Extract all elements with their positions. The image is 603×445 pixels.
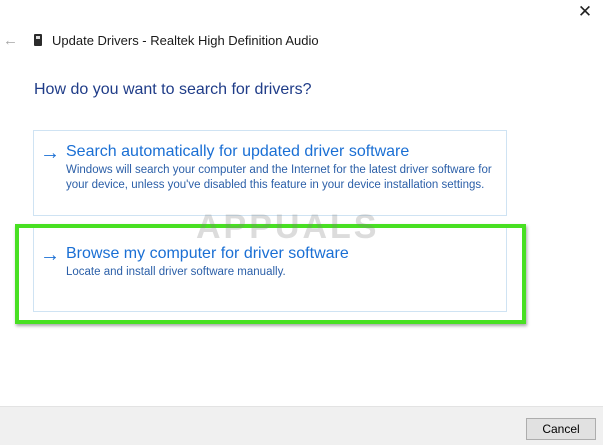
arrow-right-icon: → — [40, 142, 60, 164]
watermark-logo: APPUALS — [196, 208, 380, 246]
option-description: Windows will search your computer and th… — [66, 164, 492, 191]
page-heading: How do you want to search for drivers? — [34, 81, 312, 98]
search-automatically-option[interactable]: → Search automatically for updated drive… — [33, 130, 507, 216]
cancel-button[interactable]: Cancel — [526, 418, 596, 440]
device-icon — [34, 34, 42, 46]
back-arrow-icon[interactable]: ← — [3, 32, 18, 49]
close-icon[interactable]: ✕ — [575, 2, 595, 22]
dialog-title: Update Drivers - Realtek High Definition… — [52, 33, 319, 48]
option-title: Search automatically for updated driver … — [66, 143, 410, 160]
dialog-footer: Cancel — [0, 406, 603, 445]
